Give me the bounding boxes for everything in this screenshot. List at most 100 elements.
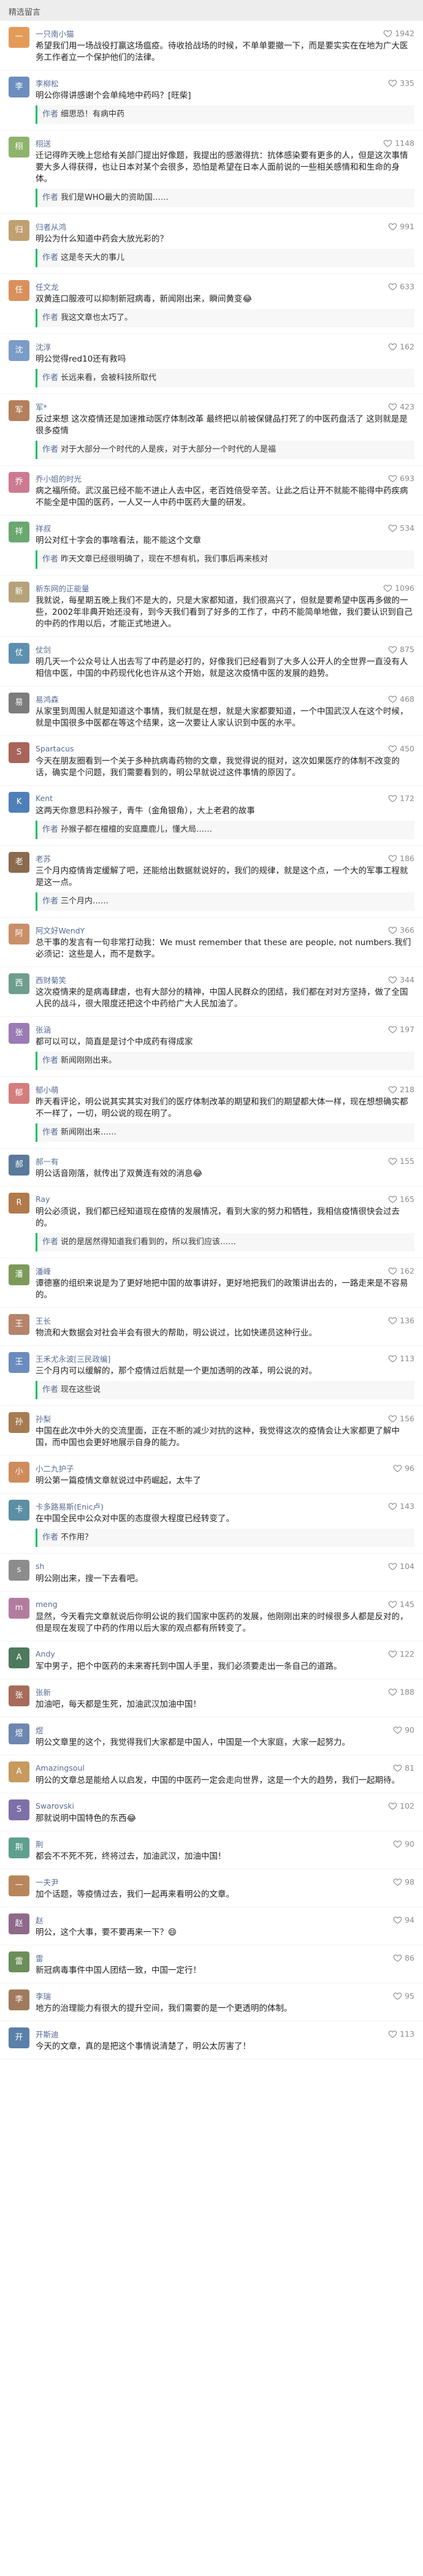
- avatar[interactable]: 乔: [9, 472, 29, 493]
- avatar[interactable]: 归: [9, 220, 29, 241]
- username[interactable]: 孙梨: [36, 1413, 388, 1424]
- username[interactable]: 一夫尹: [36, 1876, 393, 1888]
- avatar[interactable]: 军: [9, 400, 29, 421]
- avatar[interactable]: 小: [9, 1462, 29, 1483]
- like-button[interactable]: 113: [388, 2029, 414, 2038]
- like-button[interactable]: 991: [388, 222, 414, 231]
- like-button[interactable]: 81: [393, 1763, 414, 1772]
- like-button[interactable]: 450: [388, 744, 414, 753]
- like-button[interactable]: 113: [388, 1354, 414, 1363]
- avatar[interactable]: 李: [9, 77, 29, 97]
- like-button[interactable]: 633: [388, 282, 414, 291]
- avatar[interactable]: 阿: [9, 924, 29, 944]
- like-button[interactable]: 218: [388, 1085, 414, 1094]
- username[interactable]: 乔小姐的时光: [36, 473, 388, 484]
- avatar[interactable]: 雷: [9, 1951, 29, 1972]
- like-button[interactable]: 693: [388, 474, 414, 483]
- username[interactable]: 雷: [36, 1952, 393, 1964]
- like-button[interactable]: 186: [388, 854, 414, 863]
- username[interactable]: 张新: [36, 1686, 388, 1698]
- avatar[interactable]: 煜: [9, 1723, 29, 1744]
- avatar[interactable]: 潘: [9, 1264, 29, 1285]
- like-button[interactable]: 366: [388, 925, 414, 935]
- avatar[interactable]: 易: [9, 693, 29, 713]
- avatar[interactable]: 任: [9, 280, 29, 301]
- like-button[interactable]: 468: [388, 694, 414, 704]
- like-button[interactable]: 95: [393, 1991, 414, 2000]
- username[interactable]: 一只南小猫: [36, 28, 383, 39]
- like-button[interactable]: 188: [388, 1687, 414, 1696]
- username[interactable]: 潘峰: [36, 1265, 388, 1277]
- like-button[interactable]: 122: [388, 1649, 414, 1658]
- avatar[interactable]: s: [9, 1560, 29, 1581]
- avatar[interactable]: 卡: [9, 1500, 29, 1521]
- username[interactable]: 归者从鸿: [36, 221, 388, 232]
- username[interactable]: meng: [36, 1600, 388, 1609]
- avatar[interactable]: 荆: [9, 1837, 29, 1858]
- like-button[interactable]: 162: [388, 342, 414, 351]
- like-button[interactable]: 165: [388, 1195, 414, 1204]
- username[interactable]: Swarovski: [36, 1801, 388, 1810]
- username[interactable]: 郁小萌: [36, 1084, 388, 1095]
- like-button[interactable]: 1148: [383, 139, 414, 148]
- avatar[interactable]: 赵: [9, 1913, 29, 1934]
- avatar[interactable]: 孙: [9, 1412, 29, 1433]
- username[interactable]: 张涵: [36, 1024, 388, 1035]
- avatar[interactable]: 开: [9, 2027, 29, 2048]
- like-button[interactable]: 1942: [383, 29, 414, 38]
- like-button[interactable]: 875: [388, 645, 414, 654]
- avatar[interactable]: 仗: [9, 643, 29, 664]
- avatar[interactable]: A: [9, 1761, 29, 1782]
- like-button[interactable]: 96: [393, 1464, 414, 1473]
- avatar[interactable]: S: [9, 1799, 29, 1820]
- username[interactable]: 赵: [36, 1914, 393, 1926]
- like-button[interactable]: 145: [388, 1600, 414, 1609]
- like-button[interactable]: 104: [388, 1562, 414, 1571]
- like-button[interactable]: 86: [393, 1953, 414, 1962]
- username[interactable]: 祥叔: [36, 522, 388, 534]
- username[interactable]: Spartacus: [36, 744, 388, 753]
- username[interactable]: 开斯迪: [36, 2028, 388, 2040]
- like-button[interactable]: 143: [388, 1502, 414, 1511]
- username[interactable]: sh: [36, 1562, 388, 1571]
- avatar[interactable]: 栩: [9, 137, 29, 158]
- avatar[interactable]: 李: [9, 1989, 29, 2010]
- avatar[interactable]: m: [9, 1598, 29, 1619]
- username[interactable]: 沈淳: [36, 341, 388, 352]
- username[interactable]: 新东网的正能量: [36, 582, 383, 594]
- username[interactable]: 军*: [36, 401, 388, 412]
- avatar[interactable]: 西: [9, 973, 29, 994]
- username[interactable]: 荆: [36, 1838, 393, 1850]
- avatar[interactable]: 王: [9, 1352, 29, 1373]
- username[interactable]: Amazingsoul: [36, 1763, 393, 1772]
- avatar[interactable]: 王: [9, 1314, 29, 1335]
- avatar[interactable]: S: [9, 742, 29, 763]
- username[interactable]: Andy: [36, 1649, 388, 1658]
- like-button[interactable]: 90: [393, 1839, 414, 1848]
- avatar[interactable]: 郝: [9, 1155, 29, 1176]
- username[interactable]: 煜: [36, 1724, 393, 1736]
- like-button[interactable]: 172: [388, 794, 414, 803]
- avatar[interactable]: R: [9, 1193, 29, 1214]
- like-button[interactable]: 197: [388, 1025, 414, 1034]
- username[interactable]: 王禾尤永波[三民政编]: [36, 1353, 388, 1364]
- avatar[interactable]: 一: [9, 1875, 29, 1896]
- like-button[interactable]: 423: [388, 402, 414, 411]
- username[interactable]: 小二九护子: [36, 1462, 393, 1474]
- username[interactable]: 易鸿森: [36, 693, 388, 705]
- like-button[interactable]: 162: [388, 1266, 414, 1275]
- username[interactable]: 李柳松: [36, 77, 388, 89]
- username[interactable]: Ray: [36, 1195, 388, 1204]
- like-button[interactable]: 1096: [383, 583, 414, 593]
- like-button[interactable]: 102: [388, 1801, 414, 1810]
- like-button[interactable]: 534: [388, 523, 414, 533]
- like-button[interactable]: 94: [393, 1915, 414, 1924]
- like-button[interactable]: 344: [388, 975, 414, 984]
- avatar[interactable]: 张: [9, 1685, 29, 1706]
- username[interactable]: 阿文好WendY: [36, 924, 388, 936]
- avatar[interactable]: K: [9, 792, 29, 813]
- avatar[interactable]: 沈: [9, 340, 29, 361]
- username[interactable]: 李瑞: [36, 1990, 393, 2002]
- username[interactable]: 仗剑: [36, 644, 388, 655]
- username[interactable]: 任文龙: [36, 281, 388, 292]
